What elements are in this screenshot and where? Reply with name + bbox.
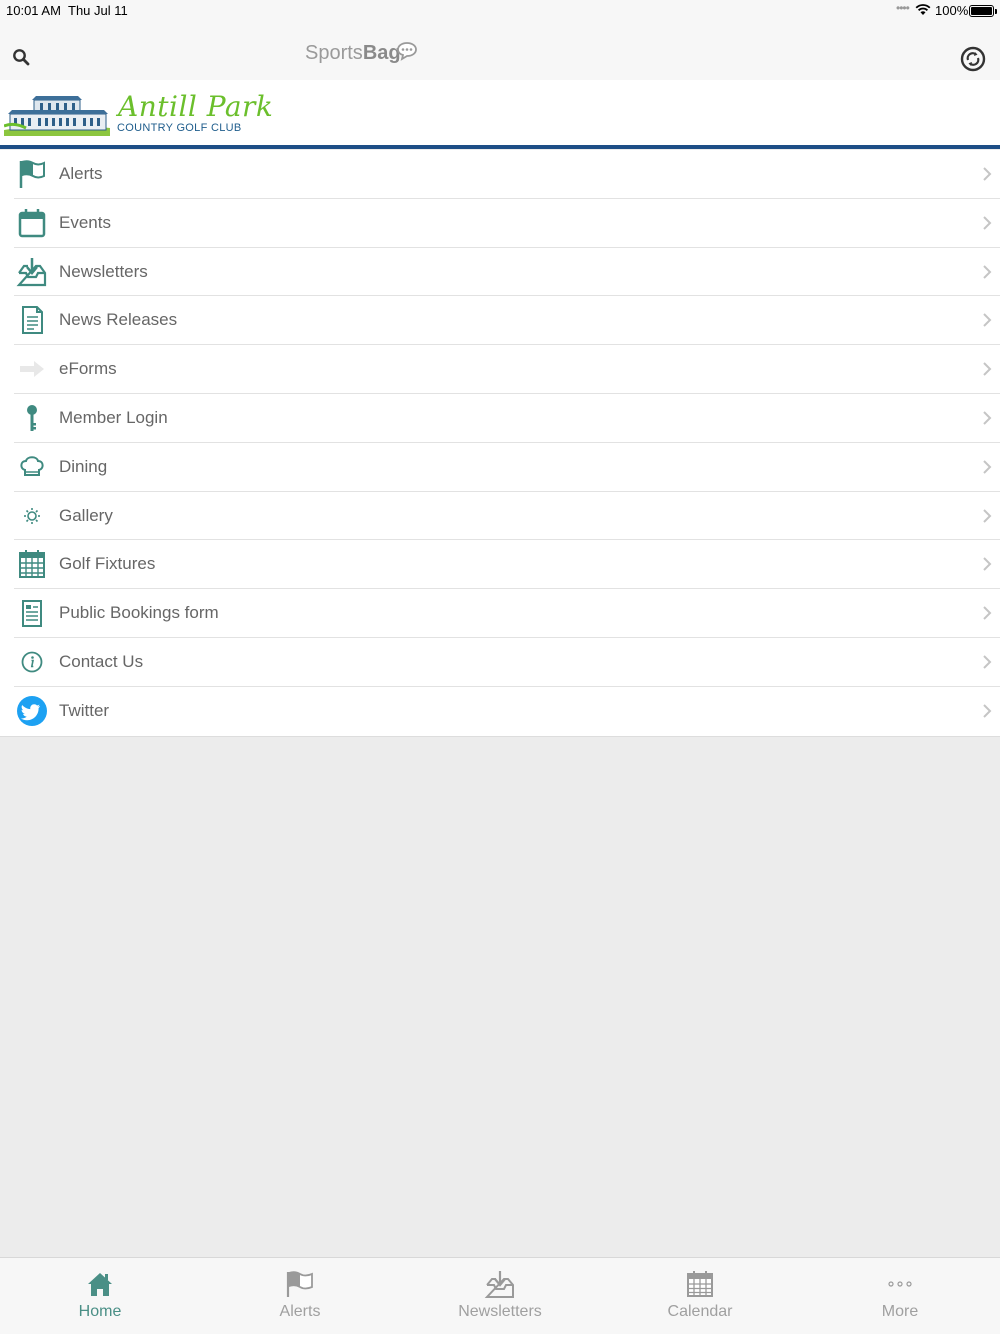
chevron-right-icon [982,508,992,529]
calendar-grid-icon [16,548,48,580]
tab-label: Calendar [667,1303,733,1320]
tab-bar: Home Alerts Newsletters Calendar More [0,1257,1000,1334]
form-icon [16,597,48,629]
brand-light: Sports [305,42,363,64]
battery-icon [969,5,997,17]
chevron-right-icon [982,312,992,333]
chevron-right-icon [982,410,992,431]
tab-alerts[interactable]: Alerts [200,1258,400,1334]
arrow-right-icon [16,353,48,385]
chat-bubble-icon [396,41,418,66]
tab-calendar[interactable]: Calendar [600,1258,800,1334]
search-icon[interactable] [12,48,30,71]
tab-newsletters[interactable]: Newsletters [400,1258,600,1334]
menu-item-label: Public Bookings form [59,603,219,623]
sun-icon [16,500,48,532]
nav-bar: SportsBag [0,22,1000,80]
tab-label: Alerts [279,1303,321,1320]
tab-home[interactable]: Home [0,1258,200,1334]
chevron-right-icon [982,459,992,480]
document-icon [16,304,48,336]
chevron-right-icon [982,264,992,285]
menu-item-public-bookings[interactable]: Public Bookings form [14,589,1000,638]
chevron-right-icon [982,215,992,236]
menu-item-label: Contact Us [59,651,144,671]
menu-item-twitter[interactable]: Twitter [14,687,1000,736]
menu-item-dining[interactable]: Dining [14,443,1000,492]
menu-item-contact-us[interactable]: Contact Us [14,638,1000,687]
tab-label: Newsletters [458,1303,542,1320]
club-subtitle: COUNTRY GOLF CLUB [117,122,242,134]
menu-item-newsletters[interactable]: Newsletters [14,248,1000,297]
menu-item-news-releases[interactable]: News Releases [14,296,1000,346]
clubhouse-logo-icon [3,92,110,141]
menu-item-label: Dining [59,456,108,476]
sync-icon[interactable] [960,46,986,77]
menu-item-alerts[interactable]: Alerts [14,150,1000,199]
club-name: Antill Park [118,90,274,123]
menu-item-label: News Releases [59,310,178,330]
home-icon [84,1270,116,1298]
wifi-icon [915,4,931,19]
chevron-right-icon [982,605,992,626]
calendar-grid-icon [684,1270,716,1298]
battery-percent: 100% [935,3,969,18]
calendar-icon [16,207,48,239]
inbox-download-icon [16,256,48,288]
menu-item-label: Newsletters [59,261,148,281]
chevron-right-icon [982,556,992,577]
tab-label: More [881,1303,919,1320]
menu-item-label: Member Login [59,407,168,427]
status-date: Thu Jul 11 [68,3,128,18]
app-brand: SportsBag [305,42,401,65]
menu-list: Alerts Events Newsletters News Releases … [0,150,1000,737]
tab-more[interactable]: More [800,1258,1000,1334]
twitter-icon [16,695,48,727]
brand-bold: Bag [362,42,401,64]
menu-item-gallery[interactable]: Gallery [14,492,1000,541]
menu-item-events[interactable]: Events [14,199,1000,248]
menu-item-label: eForms [59,359,117,379]
club-logo-header: Antill Park COUNTRY GOLF CLUB [0,80,1000,145]
status-time: 10:01 AM [6,3,61,18]
menu-item-eforms[interactable]: eForms [14,345,1000,394]
chevron-right-icon [982,361,992,382]
menu-item-label: Alerts [59,164,103,183]
inbox-download-icon [484,1270,516,1298]
status-bar: 10:01 AM Thu Jul 11 •••• 100% [0,0,1000,22]
chevron-right-icon [982,654,992,675]
menu-item-member-login[interactable]: Member Login [14,394,1000,443]
header-divider [0,145,1000,149]
signal-dots: •••• [896,1,910,15]
info-icon [16,646,48,678]
chevron-right-icon [982,166,992,187]
more-dots-icon [884,1270,916,1298]
flag-icon [284,1270,316,1298]
menu-item-label: Events [59,212,111,232]
menu-item-label: Gallery [59,505,113,525]
chef-hat-icon [16,451,48,483]
tab-label: Home [78,1303,122,1320]
flag-icon [16,158,48,190]
key-icon [16,402,48,434]
menu-item-label: Twitter [59,700,110,720]
chevron-right-icon [982,703,992,724]
menu-item-golf-fixtures[interactable]: Golf Fixtures [14,540,1000,590]
menu-item-label: Golf Fixtures [59,554,156,574]
